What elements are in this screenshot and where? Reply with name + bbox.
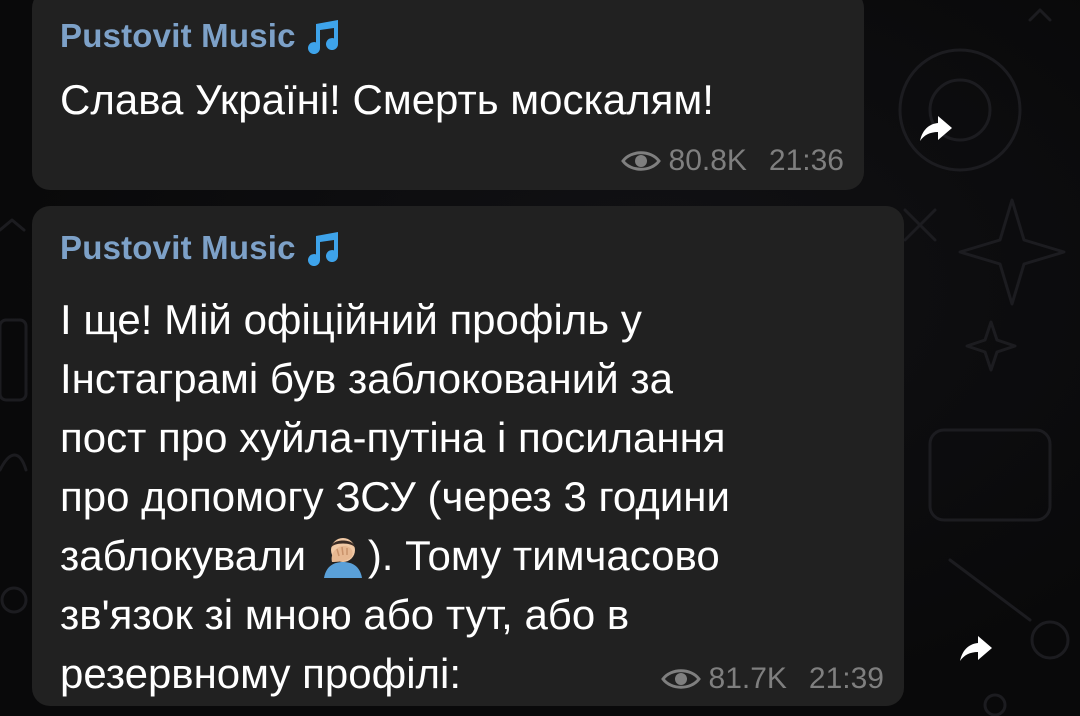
- share-button[interactable]: [948, 620, 1004, 676]
- message-time: 21:39: [808, 662, 884, 695]
- author-name: Pustovit Music: [60, 17, 296, 54]
- message-bubble[interactable]: Pustovit Music Слава Україні! Смерть мос…: [32, 0, 864, 190]
- message-text: Слава Україні! Смерть москалям!: [60, 76, 714, 123]
- facepalm-emoji-icon: [323, 538, 362, 578]
- music-note-icon: [307, 232, 338, 267]
- message-time: 21:36: [768, 144, 844, 177]
- message-bubble[interactable]: Pustovit Music І ще! Мій офіційний профі…: [32, 206, 904, 706]
- message-author[interactable]: Pustovit Music: [60, 228, 346, 268]
- message-meta: 81.7K 21:39: [660, 662, 884, 696]
- message-meta: 80.8K 21:36: [620, 144, 844, 178]
- share-arrow-icon: [920, 116, 952, 141]
- author-name: Pustovit Music: [60, 229, 296, 266]
- message-author[interactable]: Pustovit Music: [60, 16, 346, 56]
- eye-icon: [660, 669, 701, 689]
- view-count: 80.8K: [668, 144, 747, 177]
- music-note-icon: [307, 20, 338, 55]
- message-text: І ще! Мій офіційний профіль у Інстаграмі…: [60, 290, 900, 703]
- view-count: 81.7K: [708, 662, 787, 695]
- share-button[interactable]: [908, 100, 964, 156]
- eye-icon: [620, 151, 661, 171]
- share-arrow-icon: [960, 636, 992, 661]
- chat-view: Pustovit Music Слава Україні! Смерть мос…: [0, 0, 1080, 716]
